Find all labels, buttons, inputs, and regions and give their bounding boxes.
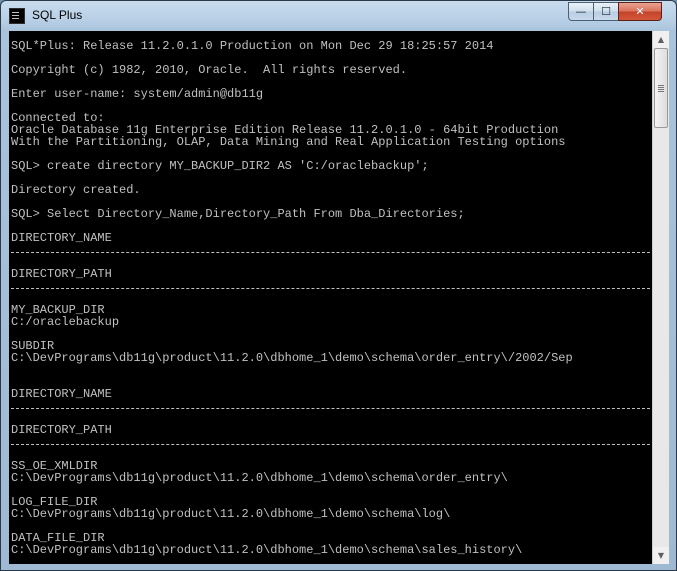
console-line: Directory created.	[11, 183, 141, 197]
column-separator	[11, 244, 650, 256]
console-line: C:\DevPrograms\db11g\product\11.2.0\dbho…	[11, 543, 523, 557]
close-button[interactable]: ✕	[618, 2, 662, 21]
maximize-button[interactable]: ☐	[593, 2, 619, 21]
console-line: With the Partitioning, OLAP, Data Mining…	[11, 135, 566, 149]
console-line: Enter user-name: system/admin@db11g	[11, 87, 264, 101]
scroll-up-arrow-icon[interactable]: ▲	[653, 31, 669, 48]
console-line: C:\DevPrograms\db11g\product\11.2.0\dbho…	[11, 507, 451, 521]
console-line: DIRECTORY_PATH	[11, 267, 112, 281]
console-line: DIRECTORY_NAME	[11, 387, 112, 401]
title-bar[interactable]: SQL Plus — ☐ ✕	[1, 1, 676, 31]
console-line: C:\DevPrograms\db11g\product\11.2.0\dbho…	[11, 351, 573, 365]
console-line: SQL*Plus: Release 11.2.0.1.0 Production …	[11, 39, 494, 53]
column-separator	[11, 280, 650, 292]
console-line: Copyright (c) 1982, 2010, Oracle. All ri…	[11, 63, 408, 77]
column-separator	[11, 436, 650, 448]
scroll-down-arrow-icon[interactable]: ▼	[653, 547, 669, 564]
console-line: SQL> Select Directory_Name,Directory_Pat…	[11, 207, 465, 221]
console-output-area[interactable]: SQL*Plus: Release 11.2.0.1.0 Production …	[9, 31, 652, 564]
console-line: DIRECTORY_NAME	[11, 231, 112, 245]
window-title: SQL Plus	[32, 8, 83, 22]
console-line: C:/oraclebackup	[11, 315, 120, 329]
console-text: SQL*Plus: Release 11.2.0.1.0 Production …	[11, 39, 650, 557]
minimize-button[interactable]: —	[568, 2, 594, 21]
console-line: C:\DevPrograms\db11g\product\11.2.0\dbho…	[11, 471, 508, 485]
vertical-scrollbar[interactable]: ▲ ▼	[652, 31, 669, 564]
scroll-grip-icon	[658, 85, 664, 86]
sqlplus-window: SQL Plus — ☐ ✕ SQL*Plus: Release 11.2.0.…	[0, 0, 677, 571]
scroll-thumb[interactable]	[654, 48, 668, 128]
console-line: DIRECTORY_PATH	[11, 423, 112, 437]
column-separator	[11, 400, 650, 412]
console-app-icon[interactable]	[9, 8, 25, 24]
console-line: SQL> create directory MY_BACKUP_DIR2 AS …	[11, 159, 429, 173]
